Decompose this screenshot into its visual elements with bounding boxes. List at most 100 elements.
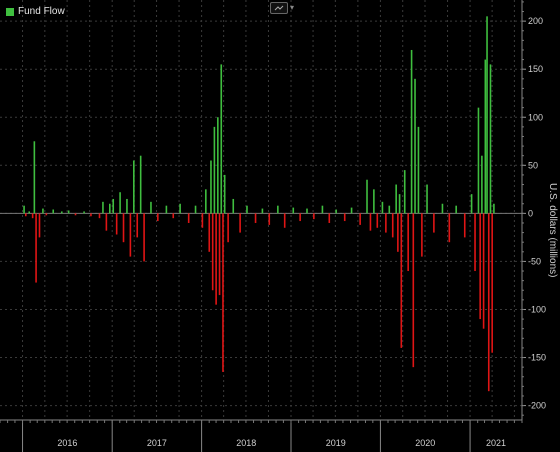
bar <box>448 213 451 243</box>
bar <box>292 207 295 214</box>
bar <box>60 211 63 214</box>
bar <box>38 213 41 238</box>
bar <box>335 209 337 214</box>
bar <box>172 213 175 219</box>
bar <box>211 213 214 291</box>
bar <box>426 184 428 214</box>
bar <box>210 160 212 214</box>
bar <box>313 213 315 220</box>
bar <box>359 213 361 225</box>
bar <box>486 16 488 214</box>
bar <box>395 184 397 214</box>
bar <box>74 213 77 216</box>
bar <box>112 198 115 214</box>
bar <box>343 213 346 222</box>
x-tick-label: 2020 <box>415 438 435 448</box>
bar <box>474 213 476 272</box>
bar <box>165 205 168 214</box>
bar <box>391 213 394 238</box>
legend-swatch <box>6 7 14 16</box>
bar <box>366 179 368 214</box>
bar <box>24 213 27 217</box>
x-tick-label: 2016 <box>57 438 77 448</box>
bar <box>412 213 415 368</box>
bar <box>122 213 125 243</box>
bar <box>487 213 490 392</box>
bar <box>126 198 128 214</box>
bar <box>381 201 384 214</box>
bar <box>222 213 224 372</box>
bar <box>299 213 301 222</box>
chart-settings-icon <box>274 5 284 10</box>
bar <box>215 213 217 305</box>
bar <box>67 210 70 214</box>
bar <box>42 208 44 214</box>
legend: Fund Flow <box>6 6 65 17</box>
bar <box>328 213 331 223</box>
bar <box>109 203 111 214</box>
bar <box>376 213 379 228</box>
bar <box>421 213 423 257</box>
bar <box>373 189 375 214</box>
gridlines <box>0 0 522 420</box>
bar <box>218 213 221 296</box>
bar <box>470 194 473 214</box>
bar <box>179 203 181 214</box>
bar <box>407 213 409 272</box>
bar <box>403 170 406 214</box>
bar <box>45 213 48 216</box>
y-tick-label: 100 <box>528 112 543 122</box>
bar <box>369 213 372 231</box>
bar <box>481 155 483 214</box>
bar <box>417 126 420 214</box>
bar <box>254 213 257 223</box>
bar <box>115 213 118 235</box>
bar <box>489 64 492 214</box>
y-tick-label: -200 <box>528 401 546 411</box>
bar <box>433 213 435 233</box>
bar <box>187 213 190 223</box>
bar <box>410 49 413 214</box>
chevron-down-icon[interactable]: ▾ <box>290 3 294 12</box>
bar <box>232 198 235 214</box>
bar <box>484 59 487 214</box>
bar <box>261 208 264 214</box>
bar <box>482 213 485 329</box>
bar <box>388 205 391 214</box>
bar <box>441 203 444 214</box>
bar <box>350 207 353 214</box>
y-tick-label: 0 <box>528 208 533 218</box>
bars <box>23 16 495 392</box>
bar <box>477 107 480 214</box>
x-tick-label: 2019 <box>326 438 346 448</box>
x-tick-label: 2017 <box>147 438 167 448</box>
y-tick-label: 200 <box>528 16 543 26</box>
bar <box>23 205 25 214</box>
y-axis-label: U.S. dollars (millions) <box>547 182 558 278</box>
bar <box>31 213 34 219</box>
bar <box>223 174 226 214</box>
bar <box>306 208 308 214</box>
chart-settings-button[interactable] <box>270 2 288 14</box>
bar <box>98 213 101 219</box>
bar <box>479 213 481 320</box>
bar <box>102 201 104 214</box>
bar <box>136 213 139 238</box>
bar <box>277 205 279 214</box>
bar <box>239 213 241 233</box>
y-tick-label: 50 <box>528 160 538 170</box>
bar <box>246 205 248 214</box>
bar <box>201 213 204 228</box>
bar <box>321 205 324 214</box>
bar <box>414 78 416 214</box>
bar <box>28 211 31 214</box>
bar <box>143 213 145 262</box>
bar <box>400 213 403 348</box>
bar <box>139 155 142 214</box>
bar <box>455 205 457 214</box>
bar <box>463 213 466 238</box>
bar <box>119 192 121 214</box>
bar <box>133 160 135 214</box>
bar <box>220 64 223 214</box>
bar <box>52 209 55 214</box>
